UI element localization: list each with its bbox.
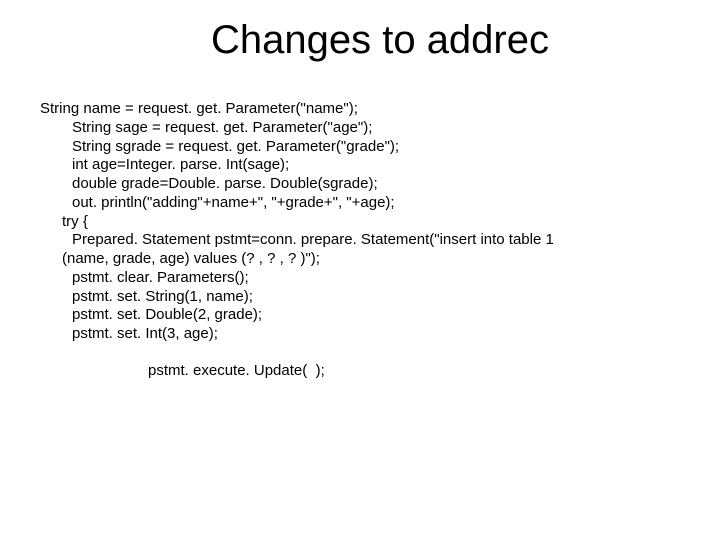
- code-line: pstmt. set. Int(3, age);: [40, 325, 690, 344]
- code-line: Prepared. Statement pstmt=conn. prepare.…: [40, 231, 690, 250]
- code-line: String sage = request. get. Parameter("a…: [40, 119, 690, 138]
- code-line: (name, grade, age) values (? , ? , ? )")…: [40, 250, 690, 269]
- code-line: String name = request. get. Parameter("n…: [40, 100, 690, 119]
- code-line: pstmt. clear. Parameters();: [40, 269, 690, 288]
- title-text: Changes to addrec: [211, 18, 549, 62]
- slide: Changes to addrec String name = request.…: [0, 0, 720, 540]
- code-line: out. println("adding"+name+", "+grade+",…: [40, 194, 690, 213]
- code-line: pstmt. execute. Update( );: [40, 362, 690, 381]
- code-line: try {: [40, 213, 690, 232]
- slide-title: Changes to addrec: [0, 0, 720, 63]
- code-line: String sgrade = request. get. Parameter(…: [40, 138, 690, 157]
- code-block: String name = request. get. Parameter("n…: [40, 100, 690, 381]
- code-line: int age=Integer. parse. Int(sage);: [40, 156, 690, 175]
- code-line: pstmt. set. Double(2, grade);: [40, 306, 690, 325]
- code-line: pstmt. set. String(1, name);: [40, 288, 690, 307]
- code-line: double grade=Double. parse. Double(sgrad…: [40, 175, 690, 194]
